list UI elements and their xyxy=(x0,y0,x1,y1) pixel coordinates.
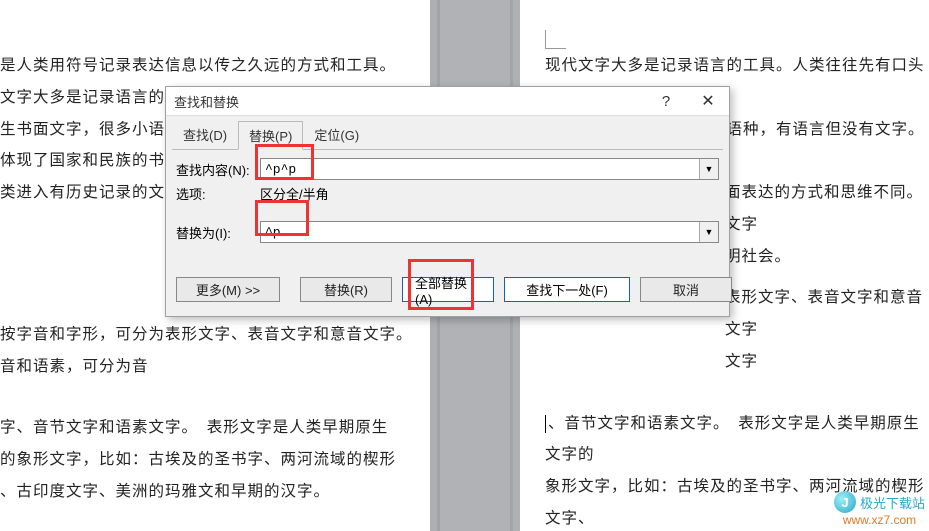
text-cursor xyxy=(545,415,546,433)
tab-replace[interactable]: 替换(P) xyxy=(238,121,303,150)
watermark-url: www.xz7.com xyxy=(843,513,916,527)
dialog-tabs: 查找(D) 替换(P) 定位(G) xyxy=(166,116,729,149)
find-dropdown-icon[interactable]: ▼ xyxy=(699,159,718,179)
find-next-button[interactable]: 查找下一处(F) xyxy=(504,277,630,302)
cancel-button[interactable]: 取消 xyxy=(640,277,732,302)
dialog-form: 查找内容(N): ▼ 选项: 区分全/半角 替换为(I): ▼ 更多(M) >>… xyxy=(166,150,729,316)
find-combo[interactable]: ▼ xyxy=(260,158,719,180)
doc-line: 、音节文字和语素文字。 表形文字是人类早期原生文字的 xyxy=(545,408,929,472)
tab-goto[interactable]: 定位(G) xyxy=(303,120,370,149)
replace-combo[interactable]: ▼ xyxy=(260,221,719,243)
dialog-title: 查找和替换 xyxy=(166,92,645,111)
doc-line: 的象形文字，比如：古埃及的圣书字、两河流域的楔形 xyxy=(0,444,420,476)
doc-line: 、古印度文字、美洲的玛雅文和早期的汉字。 xyxy=(0,476,420,508)
doc-line: 字、音节文字和语素文字。 表形文字是人类早期原生 xyxy=(0,412,420,444)
doc-line: 按字音和字形，可分为表形文字、表音文字和意音文字。 xyxy=(0,319,420,351)
find-replace-dialog: 查找和替换 ? ✕ 查找(D) 替换(P) 定位(G) 查找内容(N): ▼ 选… xyxy=(165,86,730,317)
more-button[interactable]: 更多(M) >> xyxy=(176,277,280,302)
replace-all-button[interactable]: 全部替换(A) xyxy=(402,277,494,302)
close-button[interactable]: ✕ xyxy=(687,87,729,115)
doc-line: 文字 xyxy=(545,346,929,378)
find-label: 查找内容(N): xyxy=(176,160,260,179)
replace-dropdown-icon[interactable]: ▼ xyxy=(699,222,718,242)
doc-line: 是人类用符号记录表达信息以传之久远的方式和工具。 xyxy=(0,50,420,82)
help-button[interactable]: ? xyxy=(645,87,687,115)
find-input[interactable] xyxy=(261,159,699,179)
replace-label: 替换为(I): xyxy=(176,223,260,242)
dialog-titlebar[interactable]: 查找和替换 ? ✕ xyxy=(166,87,729,116)
options-label: 选项: xyxy=(176,184,260,203)
watermark: J 极光下载站 www.xz7.com xyxy=(834,491,925,527)
watermark-name: 极光下载站 xyxy=(860,493,925,512)
tab-find[interactable]: 查找(D) xyxy=(172,120,238,149)
watermark-logo-icon: J xyxy=(834,491,856,513)
replace-button[interactable]: 替换(R) xyxy=(300,277,392,302)
options-value: 区分全/半角 xyxy=(260,184,329,203)
page-corner-mark xyxy=(545,30,566,49)
doc-line: 音和语素，可分为音 xyxy=(0,351,420,383)
replace-input[interactable] xyxy=(261,222,699,242)
